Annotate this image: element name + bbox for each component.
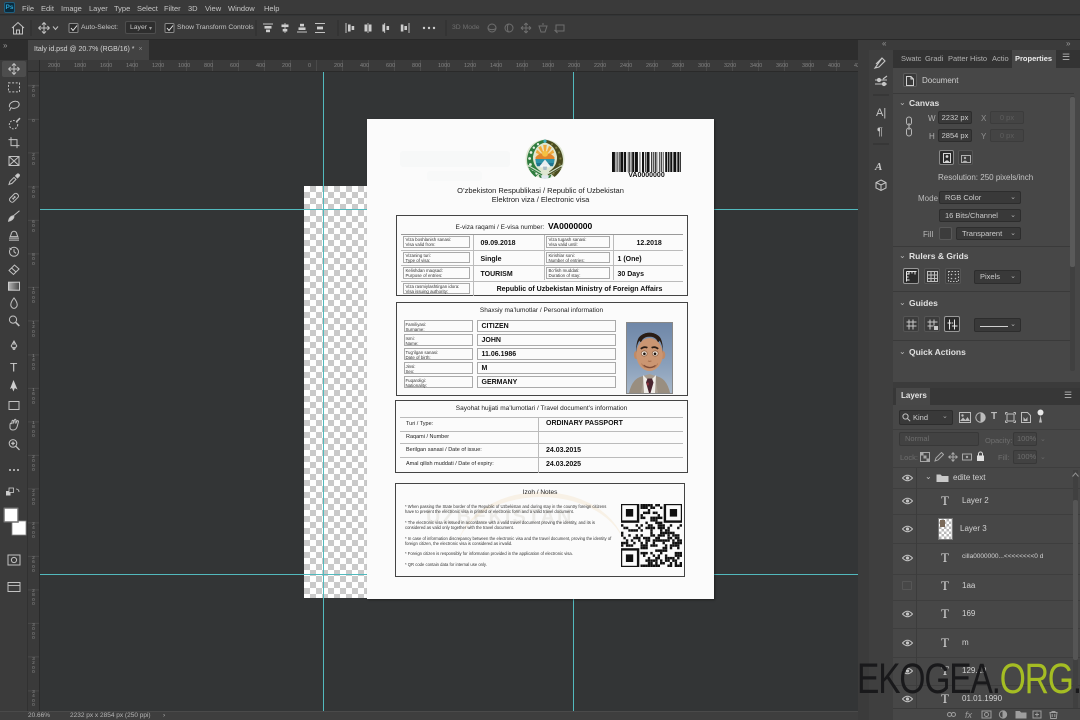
svg-text:A|: A| — [876, 107, 886, 119]
svg-text:A: A — [874, 161, 882, 173]
svg-text:¶: ¶ — [877, 126, 883, 138]
svg-text:T: T — [10, 361, 18, 375]
svg-text:fx: fx — [965, 710, 973, 719]
